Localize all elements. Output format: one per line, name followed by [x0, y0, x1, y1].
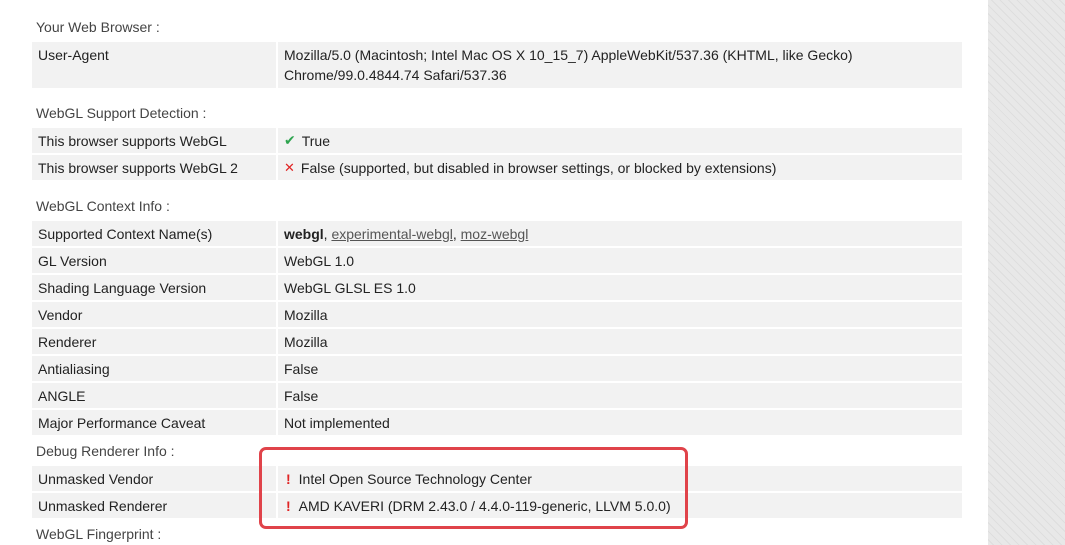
unmasked-vendor-label: Unmasked Vendor [32, 466, 276, 491]
table-row: Major Performance Caveat Not implemented [32, 410, 962, 435]
context-names-value: webgl, experimental-webgl, moz-webgl [278, 221, 962, 246]
table-row-user-agent: User-Agent Mozilla/5.0 (Macintosh; Intel… [32, 42, 962, 88]
report-page: Your Web Browser : User-Agent Mozilla/5.… [0, 0, 988, 545]
unmasked-renderer-value: ! AMD KAVERI (DRM 2.43.0 / 4.4.0-119-gen… [278, 493, 962, 518]
table-row-webgl: This browser supports WebGL ✔ True [32, 128, 962, 153]
section-title-context: WebGL Context Info : [36, 198, 170, 214]
section-title-browser: Your Web Browser : [36, 19, 160, 35]
unmasked-vendor-text: Intel Open Source Technology Center [298, 470, 532, 487]
table-row-unmasked-vendor: Unmasked Vendor ! Intel Open Source Tech… [32, 466, 962, 491]
renderer-value: Mozilla [278, 329, 962, 354]
shading-language-value: WebGL GLSL ES 1.0 [278, 275, 962, 300]
table-row: ANGLE False [32, 383, 962, 408]
section-title-fingerprint: WebGL Fingerprint : [36, 526, 162, 542]
checkmark-icon: ✔ [284, 132, 296, 148]
table-row-unmasked-renderer: Unmasked Renderer ! AMD KAVERI (DRM 2.43… [32, 493, 962, 518]
context-name-webgl: webgl [284, 225, 324, 242]
user-agent-line-1: Mozilla/5.0 (Macintosh; Intel Mac OS X 1… [284, 47, 853, 63]
context-name-separator: , [323, 225, 332, 242]
webgl2-support-text: False (supported, but disabled in browse… [300, 159, 777, 176]
gl-version-label: GL Version [32, 248, 276, 273]
webgl2-support-label: This browser supports WebGL 2 [32, 155, 276, 180]
antialiasing-label: Antialiasing [32, 356, 276, 381]
webgl-support-text: True [301, 132, 331, 149]
unmasked-renderer-label: Unmasked Renderer [32, 493, 276, 518]
antialiasing-value: False [278, 356, 962, 381]
exclamation-icon: ! [286, 497, 291, 514]
context-name-separator: , [452, 225, 461, 242]
context-name-moz-link[interactable]: moz-webgl [461, 226, 529, 242]
table-row: Antialiasing False [32, 356, 962, 381]
section-title-support: WebGL Support Detection : [36, 105, 207, 121]
unmasked-renderer-text: AMD KAVERI (DRM 2.43.0 / 4.4.0-119-gener… [298, 497, 671, 514]
webgl-support-value: ✔ True [278, 128, 962, 153]
shading-language-label: Shading Language Version [32, 275, 276, 300]
webgl-support-label: This browser supports WebGL [32, 128, 276, 153]
table-row: Renderer Mozilla [32, 329, 962, 354]
context-name-experimental-link[interactable]: experimental-webgl [331, 226, 452, 242]
table-row: GL Version WebGL 1.0 [32, 248, 962, 273]
context-names-label: Supported Context Name(s) [32, 221, 276, 246]
renderer-label: Renderer [32, 329, 276, 354]
webgl2-support-value: ✕ False (supported, but disabled in brow… [278, 155, 962, 180]
vendor-label: Vendor [32, 302, 276, 327]
table-row-webgl2: This browser supports WebGL 2 ✕ False (s… [32, 155, 962, 180]
angle-label: ANGLE [32, 383, 276, 408]
user-agent-value: Mozilla/5.0 (Macintosh; Intel Mac OS X 1… [278, 42, 962, 88]
performance-caveat-value: Not implemented [278, 410, 962, 435]
gl-version-value: WebGL 1.0 [278, 248, 962, 273]
user-agent-label: User-Agent [32, 42, 276, 88]
cross-icon: ✕ [284, 159, 295, 175]
unmasked-vendor-value: ! Intel Open Source Technology Center [278, 466, 962, 491]
performance-caveat-label: Major Performance Caveat [32, 410, 276, 435]
vendor-value: Mozilla [278, 302, 962, 327]
angle-value: False [278, 383, 962, 408]
table-row: Vendor Mozilla [32, 302, 962, 327]
section-title-debug: Debug Renderer Info : [36, 443, 175, 459]
user-agent-line-2: Chrome/99.0.4844.74 Safari/537.36 [284, 67, 507, 83]
table-row-context-names: Supported Context Name(s) webgl, experim… [32, 221, 962, 246]
exclamation-icon: ! [286, 470, 291, 487]
table-row: Shading Language Version WebGL GLSL ES 1… [32, 275, 962, 300]
